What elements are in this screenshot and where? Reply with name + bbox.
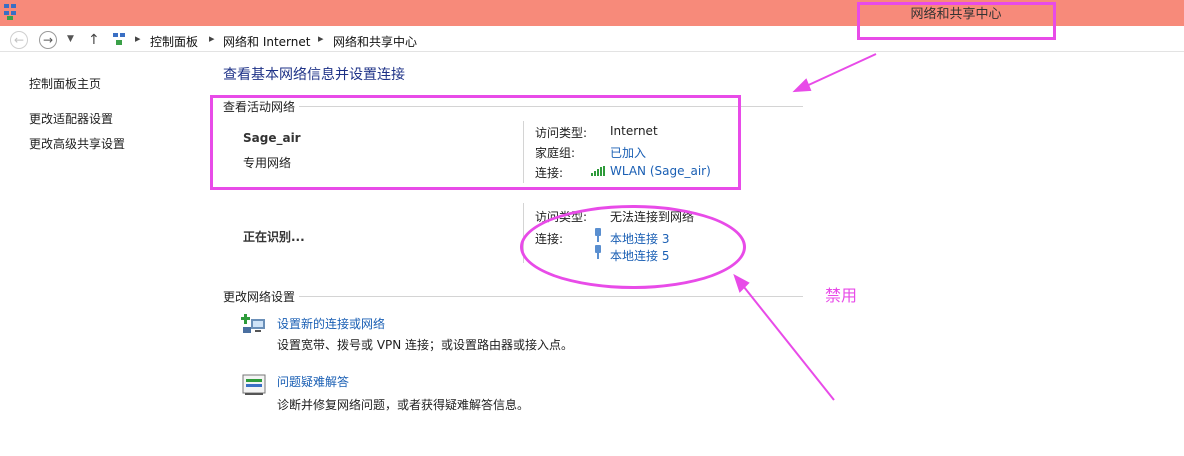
annotation-arrow-line	[801, 53, 877, 89]
annotation-arrowhead	[792, 78, 812, 93]
annotation-arrows	[733, 53, 877, 401]
annotation-arrow-line	[739, 281, 835, 401]
